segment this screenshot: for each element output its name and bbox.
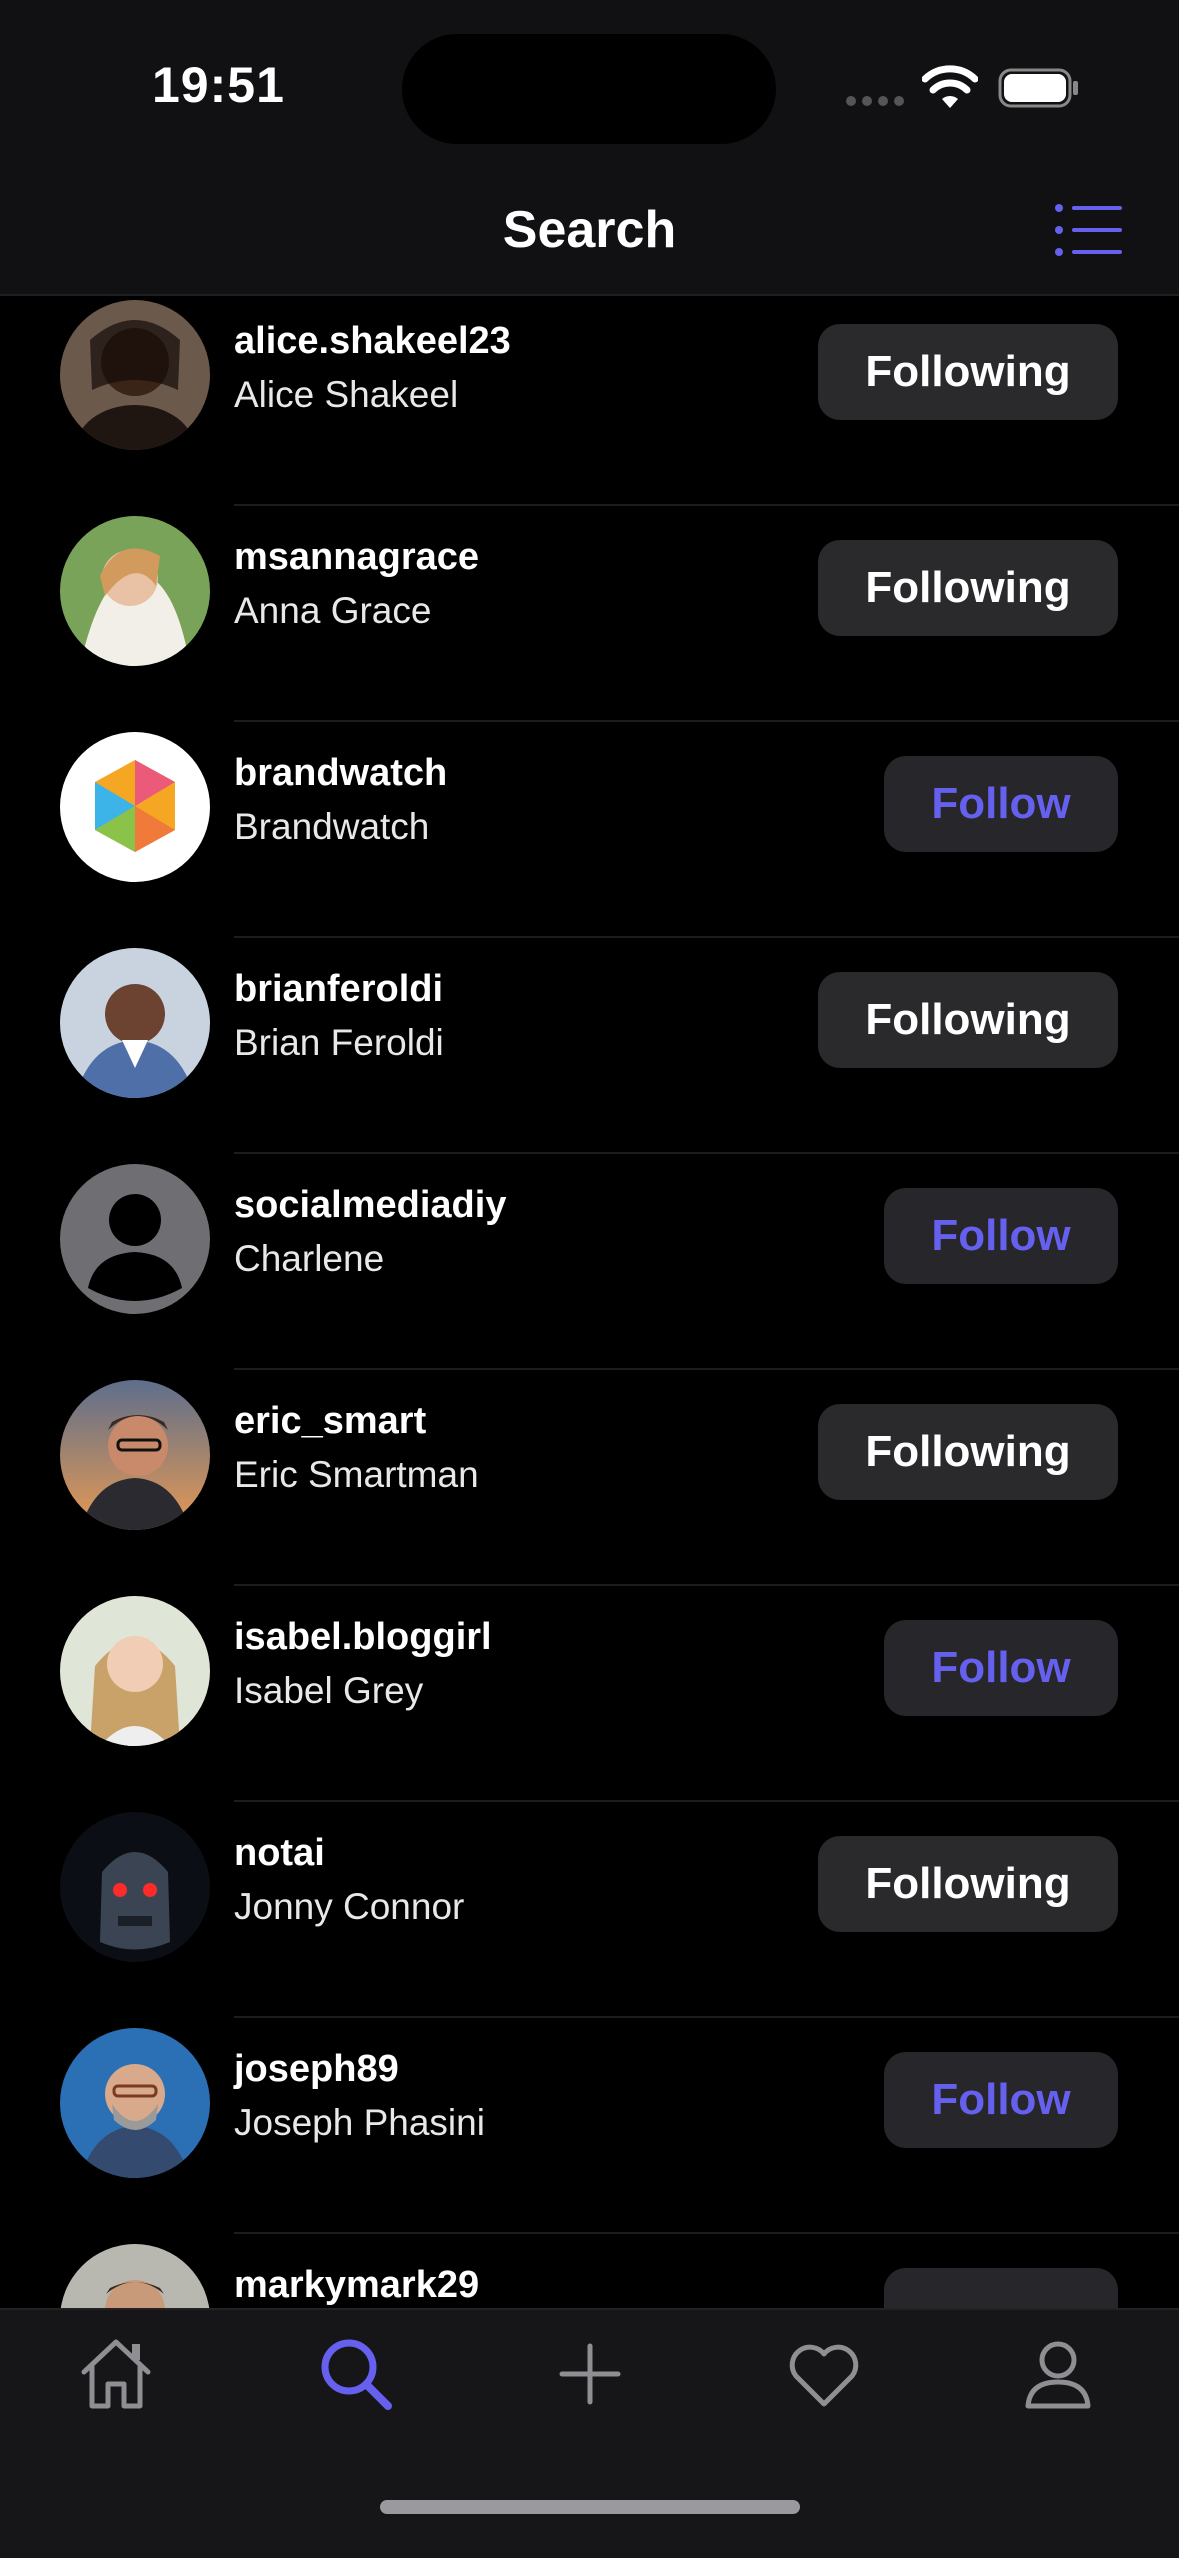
status-time: 19:51 xyxy=(152,57,285,113)
avatar[interactable] xyxy=(60,2028,210,2178)
display-name: Isabel Grey xyxy=(234,1670,424,1711)
following-button[interactable]: Following xyxy=(818,1836,1118,1932)
cellular-signal-icon xyxy=(846,96,906,106)
avatar[interactable] xyxy=(60,1812,210,1962)
follow-button[interactable]: Follow xyxy=(884,1188,1118,1284)
follow-button[interactable]: Follow xyxy=(884,756,1118,852)
house-icon[interactable] xyxy=(76,2334,156,2414)
user-results-list[interactable]: alice.shakeel23 Alice Shakeel Following … xyxy=(0,296,1179,2308)
status-bar: 19:51 xyxy=(0,0,1179,170)
battery-icon xyxy=(998,68,1078,108)
user-row[interactable]: msannagrace Anna Grace Following xyxy=(0,506,1179,722)
user-row[interactable]: brianferoldi Brian Feroldi Following xyxy=(0,938,1179,1154)
user-row[interactable]: markymark29 xyxy=(0,2234,1179,2308)
home-indicator[interactable] xyxy=(380,2500,800,2514)
user-row[interactable]: joseph89 Joseph Phasini Follow xyxy=(0,2018,1179,2234)
user-row[interactable]: isabel.bloggirl Isabel Grey Follow xyxy=(0,1586,1179,1802)
display-name: Brian Feroldi xyxy=(234,1022,444,1063)
plus-icon[interactable] xyxy=(550,2334,630,2414)
username: brianferoldi xyxy=(234,968,444,1010)
username: isabel.bloggirl xyxy=(234,1616,492,1658)
avatar[interactable] xyxy=(60,516,210,666)
avatar[interactable] xyxy=(60,732,210,882)
username: markymark29 xyxy=(234,2264,480,2306)
following-button[interactable]: Following xyxy=(818,540,1118,636)
following-button[interactable]: Following xyxy=(818,972,1118,1068)
avatar[interactable] xyxy=(60,948,210,1098)
username: msannagrace xyxy=(234,536,480,578)
heart-icon[interactable] xyxy=(784,2334,864,2414)
display-name: Alice Shakeel xyxy=(234,374,459,415)
display-name: Joseph Phasini xyxy=(234,2102,485,2143)
tab-bar xyxy=(0,2308,1179,2558)
username: joseph89 xyxy=(234,2048,399,2090)
follow-button[interactable]: Follow xyxy=(884,2052,1118,2148)
username: eric_smart xyxy=(234,1400,427,1442)
display-name: Jonny Connor xyxy=(234,1886,465,1927)
dynamic-island xyxy=(402,34,776,144)
following-button[interactable]: Following xyxy=(818,1404,1118,1500)
follow-button[interactable]: Follow xyxy=(884,1620,1118,1716)
user-row[interactable]: eric_smart Eric Smartman Following xyxy=(0,1370,1179,1586)
search-icon[interactable] xyxy=(316,2334,396,2414)
following-button[interactable]: Following xyxy=(818,324,1118,420)
page-title: Search xyxy=(502,201,677,259)
wifi-icon xyxy=(922,65,978,108)
username: alice.shakeel23 xyxy=(234,320,511,362)
avatar[interactable] xyxy=(60,300,210,450)
follow-button[interactable] xyxy=(884,2268,1118,2308)
username: brandwatch xyxy=(234,752,448,794)
list-filter-icon[interactable] xyxy=(1054,202,1124,258)
user-row[interactable]: notai Jonny Connor Following xyxy=(0,1802,1179,2018)
default-avatar-icon[interactable] xyxy=(60,1164,210,1314)
user-row[interactable]: socialmediadiy Charlene Follow xyxy=(0,1154,1179,1370)
avatar[interactable] xyxy=(60,1596,210,1746)
avatar[interactable] xyxy=(60,1380,210,1530)
display-name: Anna Grace xyxy=(234,590,432,631)
navigation-bar: Search xyxy=(0,170,1179,296)
person-icon[interactable] xyxy=(1018,2334,1098,2414)
user-row[interactable]: alice.shakeel23 Alice Shakeel Following xyxy=(0,296,1179,506)
display-name: Charlene xyxy=(234,1238,385,1279)
username: notai xyxy=(234,1832,325,1874)
username: socialmediadiy xyxy=(234,1184,507,1226)
avatar[interactable] xyxy=(60,2244,210,2308)
display-name: Eric Smartman xyxy=(234,1454,479,1495)
user-row[interactable]: brandwatch Brandwatch Follow xyxy=(0,722,1179,938)
display-name: Brandwatch xyxy=(234,806,430,847)
